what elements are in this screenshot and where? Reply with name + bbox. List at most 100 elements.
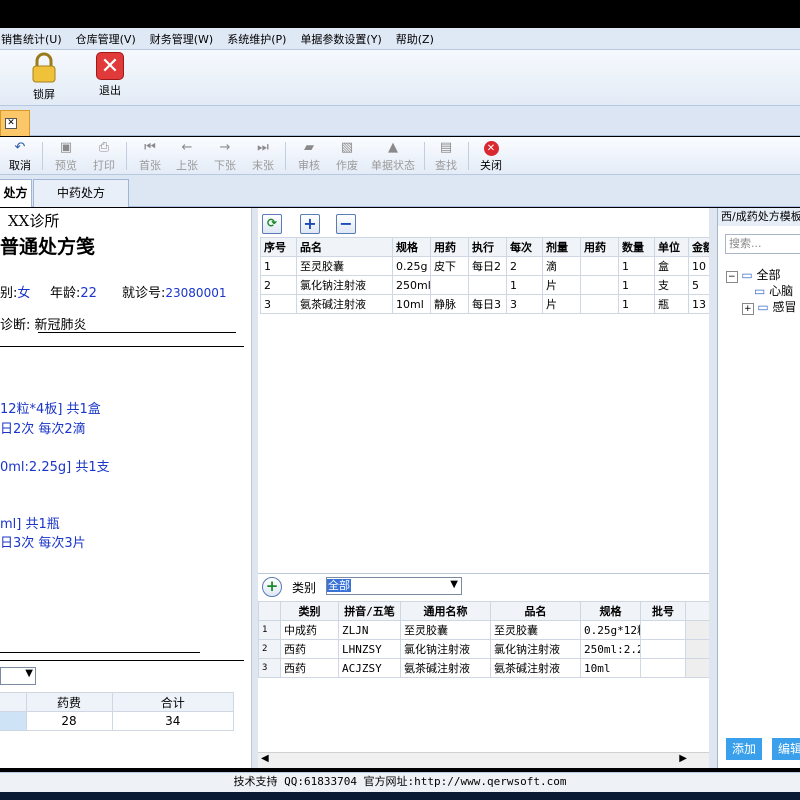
- rx-cell[interactable]: 1: [260, 256, 297, 276]
- drug-cell[interactable]: 氯化钠注射液: [400, 639, 491, 659]
- rx-cell[interactable]: 13: [688, 294, 711, 314]
- drug-cell[interactable]: 中成药: [280, 620, 339, 640]
- drug-col-header[interactable]: 通用名称: [400, 601, 491, 621]
- rx-cell[interactable]: 1: [618, 275, 655, 295]
- rx-cell[interactable]: [468, 275, 507, 295]
- rx-cell[interactable]: 0.25g: [392, 256, 431, 276]
- scroll-left-icon[interactable]: ◀: [261, 753, 269, 764]
- drug-cell[interactable]: ACJZSY: [338, 658, 401, 678]
- rx-cell[interactable]: 片: [542, 275, 581, 295]
- rx-col-header[interactable]: 每次: [506, 237, 543, 257]
- doc-status-button[interactable]: ▲ 单据状态: [367, 139, 419, 173]
- tab-close-icon[interactable]: ✕: [5, 118, 17, 129]
- rx-cell[interactable]: 2: [260, 275, 297, 295]
- tab-chinese-prescription[interactable]: 中药处方: [33, 179, 129, 207]
- right-splitter[interactable]: [709, 208, 717, 768]
- tree-node-cold[interactable]: + ▭ 感冒: [742, 298, 797, 315]
- menu-finance[interactable]: 财务管理(W): [143, 31, 220, 47]
- close-button[interactable]: ✕ 关闭: [473, 139, 509, 173]
- rx-cell[interactable]: 1: [506, 275, 543, 295]
- rx-cell[interactable]: 3: [260, 294, 297, 314]
- rx-cell[interactable]: 10ml: [392, 294, 431, 314]
- rx-cell[interactable]: 1: [618, 294, 655, 314]
- menu-sales-stats[interactable]: 销售统计(U): [0, 31, 69, 47]
- drug-cell[interactable]: ZLJN: [338, 620, 401, 640]
- drug-cell[interactable]: [640, 639, 686, 659]
- table-row[interactable]: 3 西药 ACJZSY 氨茶碱注射液 氨茶碱注射液 10ml: [258, 658, 710, 678]
- rx-cell[interactable]: 滴: [542, 256, 581, 276]
- rx-col-header[interactable]: 执行: [468, 237, 507, 257]
- find-button[interactable]: ▤ 查找: [428, 139, 464, 173]
- rx-col-header[interactable]: 用药: [430, 237, 469, 257]
- rx-col-header[interactable]: 单位: [654, 237, 689, 257]
- drug-cell[interactable]: LHNZSY: [338, 639, 401, 659]
- drug-cell[interactable]: 10ml: [580, 658, 641, 678]
- table-row[interactable]: 1 至灵胶囊 0.25g 皮下 每日2 2 滴 1 盒 10: [260, 256, 711, 276]
- drug-col-header[interactable]: 类别: [280, 601, 339, 621]
- rx-col-header[interactable]: 品名: [296, 237, 393, 257]
- rx-cell[interactable]: 盒: [654, 256, 689, 276]
- drug-cell[interactable]: 氨茶碱注射液: [400, 658, 491, 678]
- table-row[interactable]: 1中成药ZLJN至灵胶囊至灵胶囊0.25g*12粒*4板: [258, 620, 710, 640]
- rx-cell[interactable]: 5: [688, 275, 711, 295]
- active-document-tab[interactable]: ✕: [0, 110, 30, 136]
- menu-help[interactable]: 帮助(Z): [389, 31, 441, 47]
- rx-cell[interactable]: 皮下: [430, 256, 469, 276]
- add-template-button[interactable]: 添加: [726, 738, 762, 760]
- tab-western-prescription[interactable]: 处方: [0, 179, 32, 207]
- rx-col-header[interactable]: 用药: [580, 237, 619, 257]
- next-button[interactable]: → 下张: [207, 139, 243, 173]
- rx-cell[interactable]: 每日3: [468, 294, 507, 314]
- printer-select[interactable]: ▼: [0, 667, 36, 685]
- preview-button[interactable]: ▣ 预览: [48, 139, 84, 173]
- rx-cell[interactable]: 氨茶碱注射液: [296, 294, 393, 314]
- drug-col-header[interactable]: 规格: [580, 601, 641, 621]
- rx-cell[interactable]: 氯化钠注射液: [296, 275, 393, 295]
- rx-cell[interactable]: 片: [542, 294, 581, 314]
- rx-cell[interactable]: 3: [506, 294, 543, 314]
- table-row[interactable]: 3 氨茶碱注射液 10ml 静脉 每日3 3 片 1 瓶 13: [260, 294, 711, 314]
- drug-cell[interactable]: 0.25g*12粒*4板: [580, 620, 641, 640]
- collapse-icon[interactable]: −: [726, 271, 738, 283]
- tree-node-cardio[interactable]: ▭ 心脑: [754, 282, 793, 299]
- drug-cell[interactable]: [640, 658, 686, 678]
- drug-cell[interactable]: 氨茶碱注射液: [490, 658, 581, 678]
- rx-cell[interactable]: 至灵胶囊: [296, 256, 393, 276]
- menu-system[interactable]: 系统维护(P): [220, 31, 293, 47]
- rx-cell[interactable]: 静脉: [430, 294, 469, 314]
- remove-row-button[interactable]: −: [336, 214, 356, 234]
- rx-col-header[interactable]: 数量: [618, 237, 655, 257]
- rx-cell[interactable]: 1: [618, 256, 655, 276]
- drug-cell[interactable]: 至灵胶囊: [400, 620, 491, 640]
- rx-cell[interactable]: [580, 256, 619, 276]
- drug-cell[interactable]: 氯化钠注射液: [490, 639, 581, 659]
- table-row[interactable]: 2 氯化钠注射液 250ml 1 片 1 支 5: [260, 275, 711, 295]
- audit-button[interactable]: ▰ 审核: [291, 139, 327, 173]
- horizontal-scrollbar[interactable]: ◀ ▶: [258, 752, 709, 768]
- rx-cell[interactable]: 每日2: [468, 256, 507, 276]
- edit-template-button[interactable]: 编辑: [772, 738, 800, 760]
- rx-cell[interactable]: 250ml: [392, 275, 431, 295]
- prev-button[interactable]: ← 上张: [169, 139, 205, 173]
- add-row-button[interactable]: +: [300, 214, 320, 234]
- drug-col-header[interactable]: 批号: [640, 601, 686, 621]
- category-select[interactable]: 全部 ▼: [326, 577, 462, 595]
- refresh-button[interactable]: ⟳: [262, 214, 282, 234]
- menu-warehouse[interactable]: 仓库管理(V): [69, 31, 143, 47]
- drug-cell[interactable]: 西药: [280, 639, 339, 659]
- rx-col-header[interactable]: 剂量: [542, 237, 581, 257]
- template-search-input[interactable]: 搜索...: [725, 234, 800, 254]
- rx-cell[interactable]: [580, 275, 619, 295]
- rx-cell[interactable]: [580, 294, 619, 314]
- drug-cell[interactable]: 250ml:2.25: [580, 639, 641, 659]
- exit-button[interactable]: ✕ 退出: [84, 52, 136, 98]
- first-button[interactable]: ⏮ 首张: [132, 139, 168, 173]
- rx-cell[interactable]: 2: [506, 256, 543, 276]
- rx-cell[interactable]: 10: [688, 256, 711, 276]
- expand-icon[interactable]: +: [742, 303, 754, 315]
- menu-doc-settings[interactable]: 单据参数设置(Y): [293, 31, 388, 47]
- last-button[interactable]: ⏭ 末张: [245, 139, 281, 173]
- drug-col-header[interactable]: 品名: [490, 601, 581, 621]
- void-button[interactable]: ▧ 作废: [329, 139, 365, 173]
- scroll-right-icon[interactable]: ▶: [679, 753, 687, 764]
